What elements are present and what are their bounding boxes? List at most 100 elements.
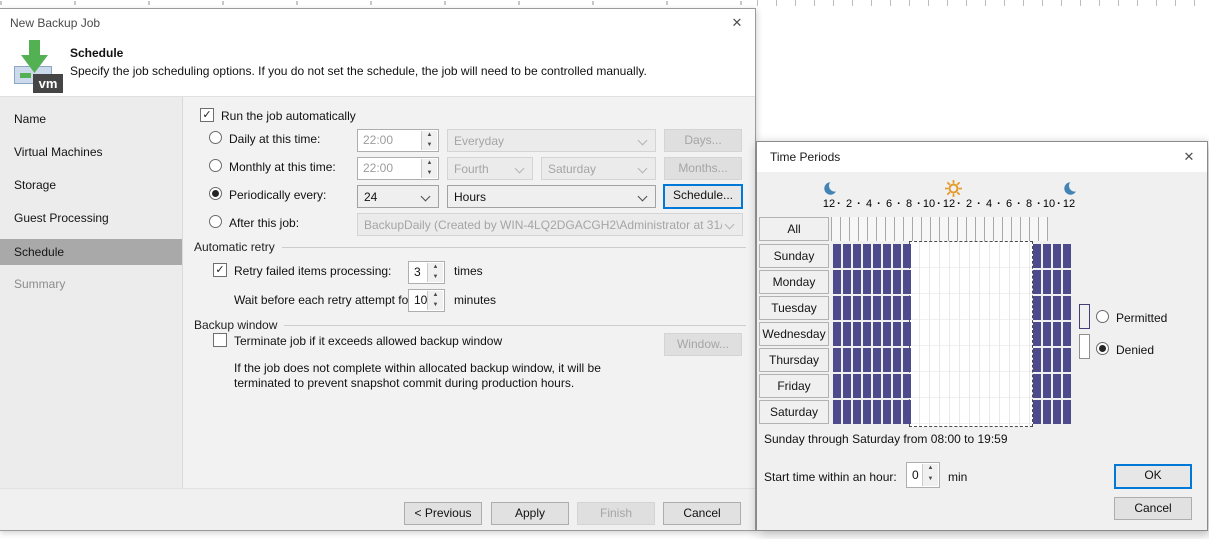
permitted-radio[interactable] (1096, 310, 1109, 323)
permitted-hour-cell[interactable] (1063, 244, 1071, 268)
ok-button[interactable]: OK (1114, 464, 1192, 489)
permitted-hour-cell[interactable] (833, 322, 841, 346)
permitted-hour-cell[interactable] (853, 322, 861, 346)
permitted-hour-cell[interactable] (1033, 244, 1041, 268)
permitted-hour-cell[interactable] (863, 244, 871, 268)
sidebar-item-guest-processing[interactable]: Guest Processing (0, 205, 182, 231)
permitted-hour-cell[interactable] (833, 296, 841, 320)
permitted-hour-cell[interactable] (853, 270, 861, 294)
permitted-hour-cell[interactable] (1063, 322, 1071, 346)
permitted-hour-cell[interactable] (1043, 322, 1051, 346)
permitted-hour-cell[interactable] (1033, 374, 1041, 398)
daily-time-input[interactable]: 22:00▲▼ (357, 129, 439, 152)
sidebar-item-schedule[interactable]: Schedule (0, 239, 182, 265)
permitted-hour-cell[interactable] (1063, 400, 1071, 424)
permitted-hour-cell[interactable] (853, 374, 861, 398)
permitted-hour-cell[interactable] (1063, 374, 1071, 398)
permitted-hour-cell[interactable] (903, 296, 911, 320)
permitted-hour-cell[interactable] (883, 400, 891, 424)
sidebar-item-storage[interactable]: Storage (0, 172, 182, 198)
day-header-wednesday[interactable]: Wednesday (759, 322, 829, 346)
permitted-hour-cell[interactable] (1043, 348, 1051, 372)
permitted-hour-cell[interactable] (843, 296, 851, 320)
start-time-input[interactable]: 0▲▼ (906, 462, 940, 488)
permitted-hour-cell[interactable] (843, 244, 851, 268)
permitted-hour-cell[interactable] (853, 244, 861, 268)
permitted-hour-cell[interactable] (873, 244, 881, 268)
permitted-hour-cell[interactable] (1033, 400, 1041, 424)
day-header-monday[interactable]: Monday (759, 270, 829, 294)
sidebar-item-summary[interactable]: Summary (0, 271, 182, 297)
day-header-thursday[interactable]: Thursday (759, 348, 829, 372)
months-button[interactable]: Months... (664, 157, 742, 180)
permitted-hour-cell[interactable] (883, 374, 891, 398)
permitted-hour-cell[interactable] (1053, 400, 1061, 424)
sidebar-item-virtual-machines[interactable]: Virtual Machines (0, 139, 182, 165)
sidebar-item-name[interactable]: Name (0, 106, 182, 132)
day-header-friday[interactable]: Friday (759, 374, 829, 398)
permitted-hour-cell[interactable] (833, 244, 841, 268)
permitted-hour-cell[interactable] (833, 348, 841, 372)
permitted-hour-cell[interactable] (883, 322, 891, 346)
permitted-hour-cell[interactable] (883, 348, 891, 372)
permitted-hour-cell[interactable] (1063, 296, 1071, 320)
monthly-time-input[interactable]: 22:00▲▼ (357, 157, 439, 180)
days-button[interactable]: Days... (664, 129, 742, 152)
periodically-unit-select[interactable]: Hours (447, 185, 656, 208)
permitted-hour-cell[interactable] (1043, 270, 1051, 294)
permitted-hour-cell[interactable] (873, 270, 881, 294)
permitted-hour-cell[interactable] (883, 244, 891, 268)
permitted-hour-cell[interactable] (1033, 270, 1041, 294)
permitted-hour-cell[interactable] (853, 348, 861, 372)
permitted-hour-cell[interactable] (1053, 374, 1061, 398)
permitted-hour-cell[interactable] (1063, 348, 1071, 372)
daily-frequency-select[interactable]: Everyday (447, 129, 656, 152)
permitted-hour-cell[interactable] (1033, 348, 1041, 372)
monthly-week-select[interactable]: Fourth (447, 157, 533, 180)
permitted-hour-cell[interactable] (873, 296, 881, 320)
permitted-hour-cell[interactable] (1053, 296, 1061, 320)
permitted-hour-cell[interactable] (1043, 374, 1051, 398)
permitted-hour-cell[interactable] (1063, 270, 1071, 294)
permitted-hour-cell[interactable] (873, 348, 881, 372)
permitted-hour-cell[interactable] (1043, 244, 1051, 268)
permitted-hour-cell[interactable] (833, 400, 841, 424)
permitted-hour-cell[interactable] (893, 244, 901, 268)
permitted-hour-cell[interactable] (843, 322, 851, 346)
permitted-hour-cell[interactable] (833, 374, 841, 398)
permitted-hour-cell[interactable] (903, 400, 911, 424)
permitted-hour-cell[interactable] (903, 270, 911, 294)
permitted-hour-cell[interactable] (843, 270, 851, 294)
permitted-hour-cell[interactable] (893, 348, 901, 372)
monthly-day-select[interactable]: Saturday (541, 157, 656, 180)
daily-radio[interactable] (209, 131, 222, 144)
denied-selection-region[interactable] (909, 241, 1033, 427)
run-automatically-checkbox[interactable]: ✓ (200, 108, 214, 122)
previous-button[interactable]: < Previous (404, 502, 482, 525)
apply-button[interactable]: Apply (491, 502, 569, 525)
permitted-hour-cell[interactable] (1033, 322, 1041, 346)
cancel-button[interactable]: Cancel (1114, 497, 1192, 520)
permitted-hour-cell[interactable] (863, 322, 871, 346)
permitted-hour-cell[interactable] (903, 244, 911, 268)
day-header-sunday[interactable]: Sunday (759, 244, 829, 268)
permitted-hour-cell[interactable] (1033, 296, 1041, 320)
permitted-hour-cell[interactable] (853, 400, 861, 424)
terminate-job-checkbox[interactable] (213, 333, 227, 347)
periodically-value-select[interactable]: 24 (357, 185, 439, 208)
permitted-hour-cell[interactable] (863, 400, 871, 424)
close-icon[interactable]: ✕ (725, 13, 749, 33)
permitted-hour-cell[interactable] (863, 374, 871, 398)
permitted-hour-cell[interactable] (893, 374, 901, 398)
permitted-hour-cell[interactable] (893, 400, 901, 424)
permitted-hour-cell[interactable] (1053, 244, 1061, 268)
schedule-button[interactable]: Schedule... (663, 184, 743, 209)
permitted-hour-cell[interactable] (1053, 322, 1061, 346)
permitted-hour-cell[interactable] (903, 348, 911, 372)
permitted-hour-cell[interactable] (873, 322, 881, 346)
retry-wait-input[interactable]: 10▲▼ (408, 289, 445, 312)
retry-wait-spinner[interactable]: ▲▼ (427, 291, 443, 310)
permitted-hour-cell[interactable] (893, 322, 901, 346)
permitted-hour-cell[interactable] (903, 322, 911, 346)
periodically-radio[interactable] (209, 187, 222, 200)
